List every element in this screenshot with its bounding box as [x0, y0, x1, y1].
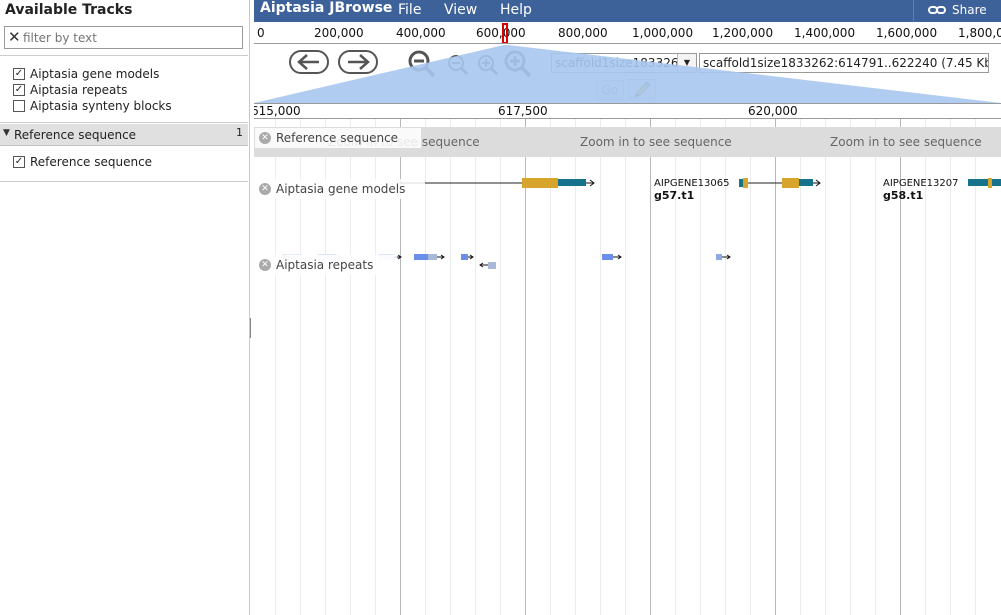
track-item-label: Aiptasia gene models: [30, 67, 160, 81]
track-area[interactable]: Zoom in to see sequence Zoom in to see s…: [254, 119, 1001, 615]
overview-location-marker[interactable]: [502, 23, 508, 43]
checkbox-unchecked-icon[interactable]: [13, 100, 25, 112]
strand-arrow-icon: [587, 179, 595, 187]
strand-arrow-icon: [468, 254, 474, 260]
repeat-feature[interactable]: [461, 254, 468, 260]
overview-tick-label: 400,000: [396, 26, 446, 40]
pan-right-icon[interactable]: [338, 50, 378, 77]
track-label-gene-models[interactable]: ✕ Aiptasia gene models: [255, 179, 425, 199]
category-count: 1: [236, 126, 243, 139]
menu-file[interactable]: File: [398, 2, 421, 18]
track-item-gene-models[interactable]: ✓ Aiptasia gene models: [13, 66, 159, 82]
location-input[interactable]: [699, 53, 989, 73]
repeat-feature[interactable]: [602, 254, 613, 260]
link-icon: [928, 4, 946, 19]
track-item-reference-sequence[interactable]: ✓ Reference sequence: [13, 154, 152, 170]
share-button[interactable]: Share: [913, 0, 1001, 22]
track-item-label: Reference sequence: [30, 155, 153, 169]
category-label: Reference sequence: [14, 128, 137, 142]
track-item-label: Aiptasia synteny blocks: [30, 99, 172, 113]
overview-tick-label: 200,000: [314, 26, 364, 40]
feature-description[interactable]: g58.t1: [883, 189, 923, 202]
track-filter-input[interactable]: [23, 29, 238, 46]
zoom-out-big-icon[interactable]: [407, 49, 437, 82]
strand-arrow-icon: [613, 254, 622, 260]
utr-block[interactable]: [743, 178, 748, 188]
overview-tick-label: 1,600,000: [876, 26, 938, 40]
utr-block[interactable]: [522, 178, 558, 188]
chevron-down-icon[interactable]: ▼: [677, 54, 696, 72]
zoom-out-small-icon[interactable]: [447, 54, 469, 79]
ruler-tick-label: 615,000: [254, 104, 301, 118]
overview-tick-label: 1,400,000: [794, 26, 856, 40]
zoom-in-big-icon[interactable]: [503, 49, 533, 82]
category-header-reference-sequence[interactable]: ▼ Reference sequence 1: [0, 124, 248, 146]
overview-ruler[interactable]: 0 200,000 400,000 600,000 800,000 1,000,…: [254, 22, 1001, 44]
share-label: Share: [952, 3, 987, 17]
close-track-icon[interactable]: ✕: [259, 259, 271, 271]
close-track-icon[interactable]: ✕: [259, 183, 271, 195]
menubar: Aiptasia JBrowse File View Help Share: [254, 0, 1001, 22]
track-item-label: Aiptasia repeats: [30, 83, 128, 97]
pane-splitter-handle[interactable]: [250, 318, 252, 338]
overview-tick-label: 600,000: [476, 26, 526, 40]
overview-tick-label: 800,000: [558, 26, 608, 40]
repeat-feature[interactable]: [488, 262, 496, 269]
utr-block[interactable]: [988, 178, 992, 188]
app-title: Aiptasia JBrowse: [260, 0, 393, 16]
refseq-select-value: scaffold1size1833262: [555, 56, 687, 70]
checkbox-checked-icon[interactable]: ✓: [13, 84, 25, 96]
menu-view[interactable]: View: [444, 2, 477, 18]
track-list: ✓ Aiptasia gene models ✓ Aiptasia repeat…: [0, 55, 248, 123]
highlighter-pen-icon: [634, 81, 651, 97]
cds-block[interactable]: [968, 179, 988, 186]
go-button[interactable]: Go: [596, 80, 624, 100]
overview-tick-label: 1,000,000: [632, 26, 694, 40]
track-label-repeats[interactable]: ✕ Aiptasia repeats: [255, 255, 397, 275]
category-track-list: ✓ Reference sequence: [0, 146, 248, 182]
checkbox-checked-icon[interactable]: ✓: [13, 68, 25, 80]
repeat-feature[interactable]: [414, 254, 428, 260]
cds-block[interactable]: [558, 179, 586, 186]
overview-tick-label: 0: [257, 26, 265, 40]
track-item-synteny-blocks[interactable]: Aiptasia synteny blocks: [13, 98, 172, 114]
refseq-select[interactable]: scaffold1size1833262 ▼: [551, 53, 697, 73]
menu-help[interactable]: Help: [500, 2, 532, 18]
track-item-repeats[interactable]: ✓ Aiptasia repeats: [13, 82, 127, 98]
feature-name[interactable]: AIPGENE13207: [883, 178, 959, 189]
repeat-feature[interactable]: [428, 254, 437, 260]
overview-tick-label: 1,200,000: [712, 26, 774, 40]
available-tracks-title: Available Tracks: [5, 2, 133, 18]
strand-arrow-icon: [722, 254, 731, 260]
navigation-bar: scaffold1size1833262 ▼ Go: [254, 45, 1001, 103]
ruler-tick-label: 617,500: [498, 104, 548, 118]
cds-block[interactable]: [992, 179, 1001, 186]
repeat-feature[interactable]: [716, 254, 722, 260]
collapse-triangle-icon[interactable]: ▼: [3, 128, 10, 138]
highlight-button[interactable]: [628, 79, 656, 99]
track-label-text: Aiptasia repeats: [276, 258, 374, 272]
strand-arrow-icon: [479, 262, 488, 268]
overview-tick-label: 1,800,000: [958, 26, 1001, 40]
pan-left-icon[interactable]: [289, 50, 329, 77]
zoom-in-small-icon[interactable]: [477, 54, 499, 79]
cds-block[interactable]: [799, 179, 813, 186]
utr-block[interactable]: [782, 178, 799, 188]
strand-arrow-icon: [813, 179, 821, 187]
clear-filter-icon[interactable]: ✕: [8, 28, 21, 46]
track-filter[interactable]: ✕: [4, 26, 243, 49]
ruler-tick-label: 620,000: [748, 104, 798, 118]
feature-description[interactable]: g57.t1: [654, 189, 694, 202]
track-selector-pane: Available Tracks ✕ ✓ Aiptasia gene model…: [0, 0, 250, 615]
checkbox-checked-icon[interactable]: ✓: [13, 156, 25, 168]
feature-name[interactable]: AIPGENE13065: [654, 178, 730, 189]
strand-arrow-icon: [437, 254, 445, 260]
detail-ruler[interactable]: 615,000 617,500 620,000: [254, 103, 1001, 119]
track-label-text: Aiptasia gene models: [276, 182, 406, 196]
